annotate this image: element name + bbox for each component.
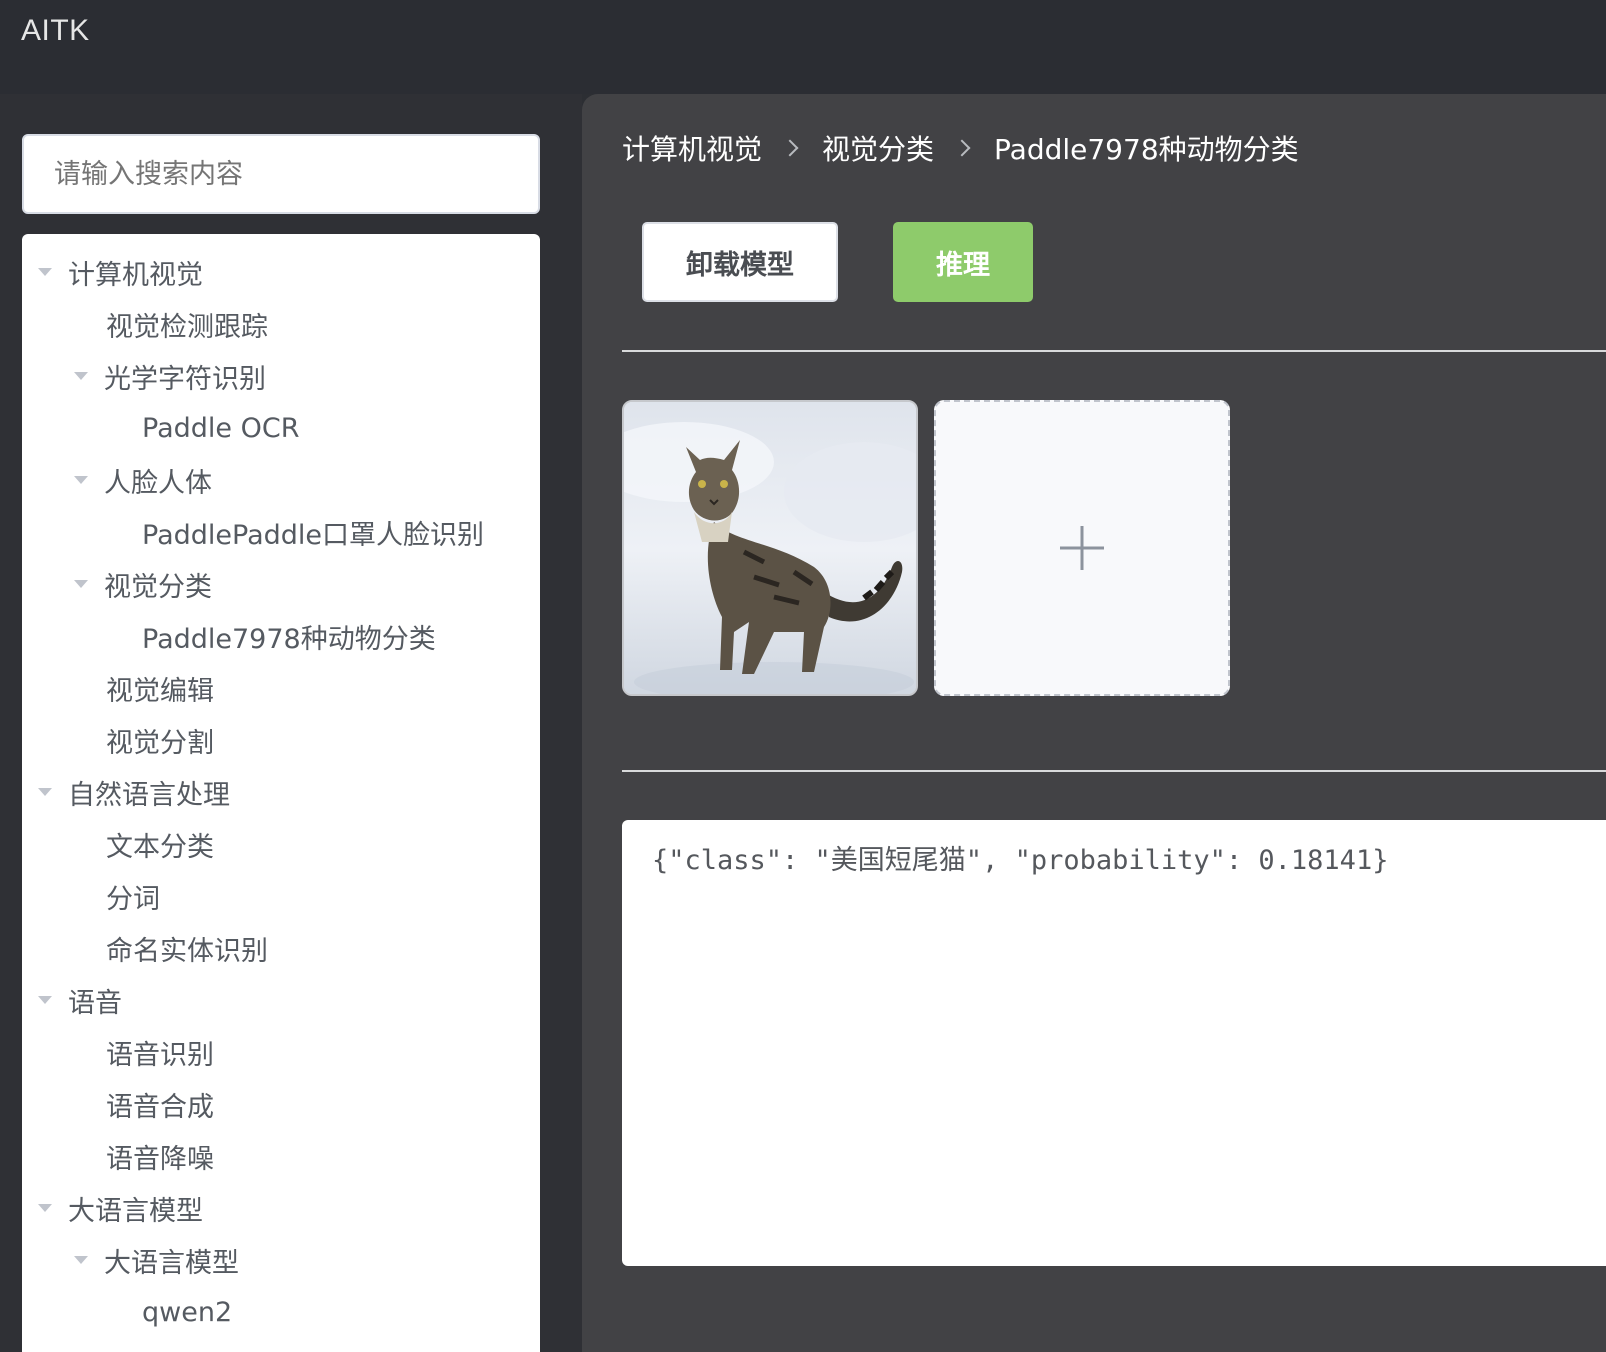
tree-node-label: 视觉编辑 — [106, 675, 214, 707]
caret-down-icon[interactable] — [74, 580, 88, 588]
plus-icon — [1060, 526, 1104, 570]
tree-node[interactable]: 自然语言处理 — [22, 766, 540, 818]
tree-node-label: qwen2 — [142, 1296, 233, 1328]
tree-node[interactable]: 语音合成 — [22, 1078, 540, 1130]
tree-node-label: 人脸人体 — [104, 467, 212, 499]
tree-node[interactable]: 人脸人体 — [22, 454, 540, 506]
tree-node-label: PaddlePaddle口罩人脸识别 — [142, 519, 485, 551]
tree-node[interactable]: 视觉分类 — [22, 558, 540, 610]
tree-node[interactable]: Paddle OCR — [22, 402, 540, 454]
caret-down-icon[interactable] — [38, 788, 52, 796]
tree-node-label: 语音合成 — [106, 1091, 214, 1123]
tree-node[interactable]: 计算机视觉 — [22, 246, 540, 298]
tree-node-label: 大语言模型 — [68, 1195, 203, 1227]
tree-node-label: 自然语言处理 — [68, 779, 230, 811]
caret-down-icon[interactable] — [38, 268, 52, 276]
breadcrumb-item[interactable]: 计算机视觉 — [622, 128, 762, 168]
app-title: AITK — [21, 14, 90, 47]
tree-node[interactable]: 视觉分割 — [22, 714, 540, 766]
tree-node-label: 语音识别 — [106, 1039, 214, 1071]
upload-image-button[interactable] — [934, 400, 1230, 696]
cat-image — [624, 402, 916, 694]
tree-node-label: Paddle7978种动物分类 — [142, 623, 436, 655]
caret-down-icon[interactable] — [38, 996, 52, 1004]
tree-node[interactable]: 语音降噪 — [22, 1130, 540, 1182]
tree-node-label: 分词 — [106, 883, 160, 915]
caret-down-icon[interactable] — [74, 1256, 88, 1264]
tree-node[interactable]: 大语言模型 — [22, 1234, 540, 1286]
uploaded-image-thumbnail[interactable] — [622, 400, 918, 696]
tree-node[interactable]: qwen2 — [22, 1286, 540, 1338]
tree-node-label: 语音 — [68, 987, 122, 1019]
caret-down-icon[interactable] — [74, 476, 88, 484]
tree-node-label: 视觉检测跟踪 — [106, 311, 268, 343]
tree-node[interactable]: 文本分类 — [22, 818, 540, 870]
unload-model-button[interactable]: 卸载模型 — [642, 222, 838, 302]
tree-node[interactable]: 命名实体识别 — [22, 922, 540, 974]
tree-node[interactable]: 语音识别 — [22, 1026, 540, 1078]
divider — [622, 770, 1606, 772]
tree-node-label: 视觉分割 — [106, 727, 214, 759]
breadcrumb: 计算机视觉 视觉分类 Paddle7978种动物分类 — [622, 128, 1299, 168]
tree-node-label: Paddle OCR — [142, 412, 300, 444]
breadcrumb-item[interactable]: 视觉分类 — [822, 128, 934, 168]
caret-down-icon[interactable] — [74, 372, 88, 380]
search-input[interactable] — [22, 134, 540, 214]
tree-node[interactable]: 视觉检测跟踪 — [22, 298, 540, 350]
tree-node-label: 计算机视觉 — [68, 259, 203, 291]
divider — [622, 350, 1606, 352]
model-tree: 计算机视觉 视觉检测跟踪 光学字符识别 Paddle OCR 人脸人体 Padd… — [22, 234, 540, 1352]
tree-node-label: 视觉分类 — [104, 571, 212, 603]
tree-node-label: 光学字符识别 — [104, 363, 266, 395]
top-bar: AITK — [0, 0, 1606, 94]
tree-node[interactable]: 光学字符识别 — [22, 350, 540, 402]
tree-node[interactable]: 视觉编辑 — [22, 662, 540, 714]
chevron-right-icon — [953, 139, 971, 157]
chevron-right-icon — [781, 139, 799, 157]
caret-down-icon[interactable] — [38, 1204, 52, 1212]
tree-node[interactable]: Paddle7978种动物分类 — [22, 610, 540, 662]
tree-node[interactable]: 大语言模型 — [22, 1182, 540, 1234]
result-output[interactable]: {"class": "美国短尾猫", "probability": 0.1814… — [622, 820, 1606, 1266]
tree-node-label: 语音降噪 — [106, 1143, 214, 1175]
tree-node-label: 命名实体识别 — [106, 935, 268, 967]
tree-node-label: 大语言模型 — [104, 1247, 239, 1279]
tree-node[interactable]: 语音 — [22, 974, 540, 1026]
infer-button[interactable]: 推理 — [893, 222, 1033, 302]
breadcrumb-item: Paddle7978种动物分类 — [994, 133, 1299, 166]
tree-node[interactable]: PaddlePaddle口罩人脸识别 — [22, 506, 540, 558]
tree-node[interactable]: 分词 — [22, 870, 540, 922]
tree-node-label: 文本分类 — [106, 831, 214, 863]
